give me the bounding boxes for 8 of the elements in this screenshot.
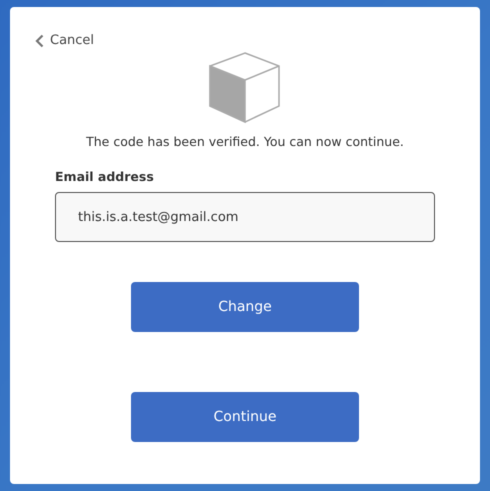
- chevron-left-icon: [35, 34, 44, 48]
- email-field[interactable]: this.is.a.test@gmail.com: [55, 192, 435, 242]
- cube-icon: [209, 52, 281, 124]
- change-button[interactable]: Change: [131, 282, 359, 332]
- verification-message: The code has been verified. You can now continue.: [85, 134, 405, 149]
- continue-button[interactable]: Continue: [131, 392, 359, 442]
- field-label: Email address: [55, 169, 155, 184]
- cancel-link[interactable]: Cancel: [35, 31, 94, 50]
